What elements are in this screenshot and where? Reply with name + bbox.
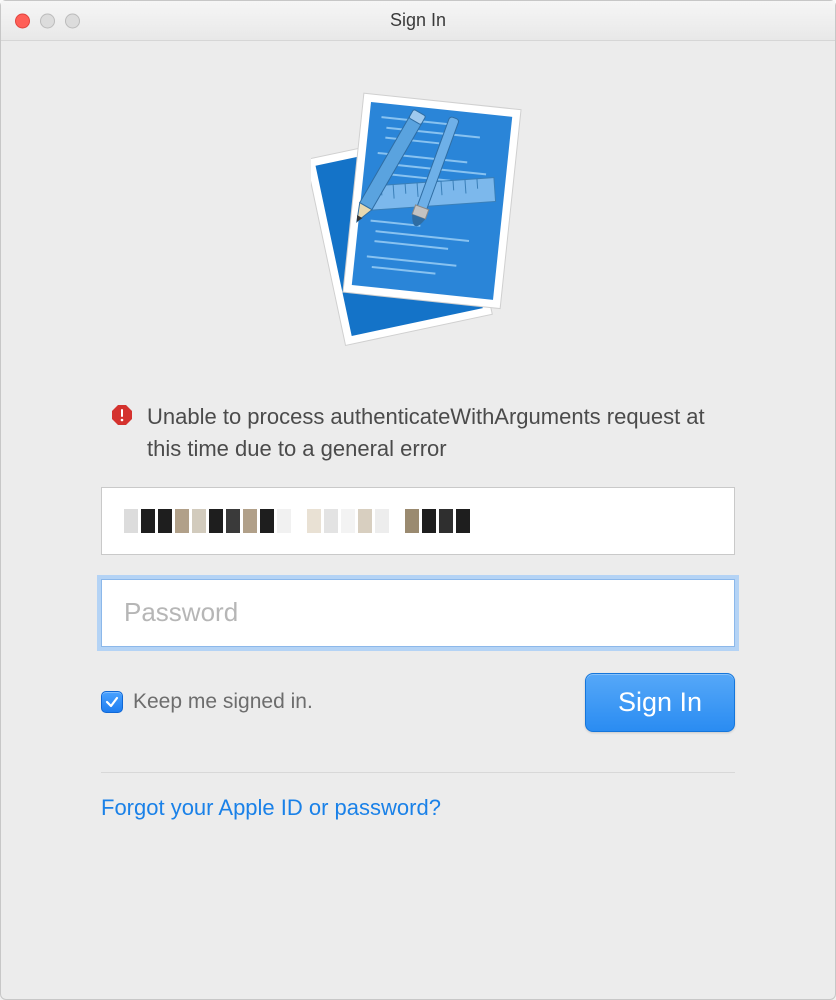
apple-id-field[interactable] <box>101 487 735 555</box>
window-title: Sign In <box>390 10 446 31</box>
app-icon <box>101 91 735 351</box>
window-titlebar: Sign In <box>1 1 835 41</box>
sign-in-window: Sign In <box>0 0 836 1000</box>
password-field[interactable] <box>101 579 735 647</box>
keep-signed-in-checkbox[interactable]: Keep me signed in. <box>101 690 313 714</box>
window-minimize-button[interactable] <box>40 13 55 28</box>
divider <box>101 772 735 773</box>
content-area: Unable to process authenticateWithArgume… <box>1 41 835 821</box>
window-zoom-button[interactable] <box>65 13 80 28</box>
keep-signed-in-label: Keep me signed in. <box>133 690 313 714</box>
error-icon <box>111 404 133 465</box>
error-message-row: Unable to process authenticateWithArgume… <box>101 401 735 465</box>
forgot-link[interactable]: Forgot your Apple ID or password? <box>101 795 441 821</box>
checkbox-checked-icon <box>101 691 123 713</box>
sign-in-button[interactable]: Sign In <box>585 673 735 732</box>
window-controls <box>15 13 80 28</box>
apple-id-value-redacted <box>124 488 712 554</box>
error-message-text: Unable to process authenticateWithArgume… <box>147 401 725 465</box>
window-close-button[interactable] <box>15 13 30 28</box>
actions-row: Keep me signed in. Sign In <box>101 673 735 732</box>
